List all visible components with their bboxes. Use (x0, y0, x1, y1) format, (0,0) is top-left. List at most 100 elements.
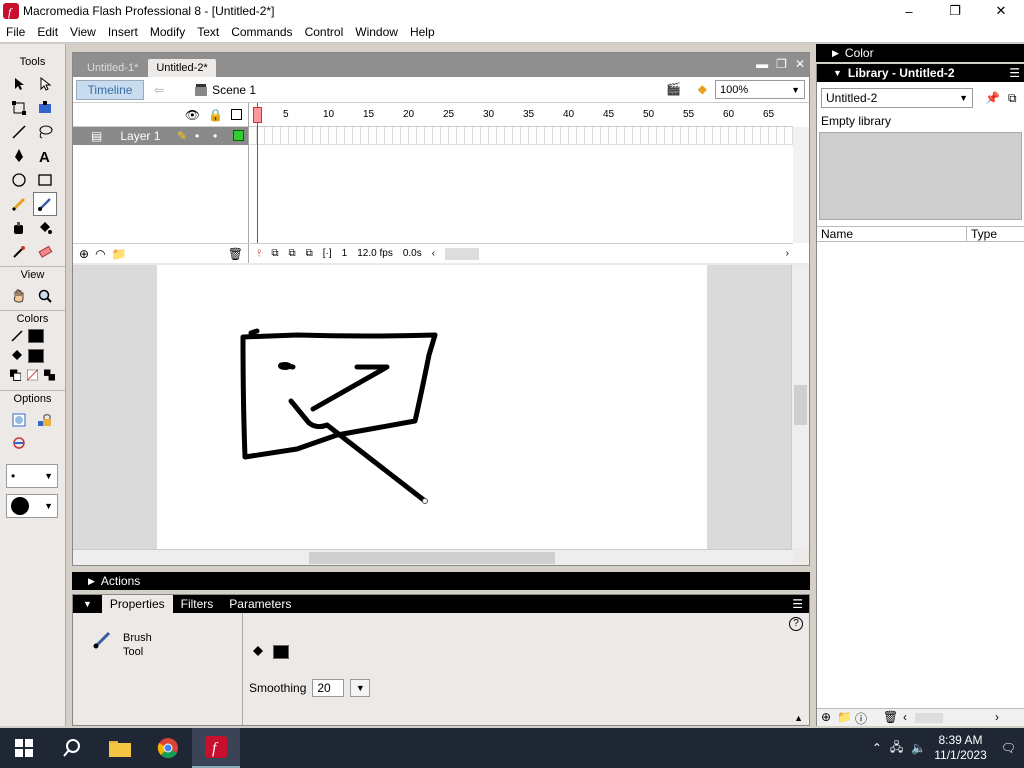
frame-ruler[interactable]: 1 5 10 15 20 25 30 35 40 45 50 55 60 65 (249, 103, 793, 127)
library-hscroll-thumb[interactable] (915, 713, 943, 723)
text-tool[interactable]: A (33, 144, 57, 168)
brush-mode-option[interactable] (7, 432, 31, 456)
menu-view[interactable]: View (64, 25, 102, 39)
delete-layer-icon[interactable]: 🗑 (228, 247, 243, 261)
smoothing-input[interactable]: 20 (312, 679, 345, 697)
chrome-button[interactable] (144, 728, 192, 768)
chevron-right-icon[interactable]: › (786, 248, 789, 259)
column-type[interactable]: Type (967, 227, 997, 241)
panel-menu-icon[interactable]: ☰ (792, 597, 803, 611)
tab-untitled-1[interactable]: Untitled-1* (79, 59, 146, 77)
tab-filters[interactable]: Filters (173, 595, 222, 613)
new-folder-icon[interactable]: 📁 (837, 710, 852, 724)
clock[interactable]: 8:39 AM 11/1/2023 (934, 733, 987, 763)
eye-icon[interactable]: 👁 (185, 108, 200, 122)
column-name[interactable]: Name (817, 227, 967, 241)
network-icon[interactable]: 🖧 (890, 738, 903, 759)
lock-dot-icon[interactable]: • (213, 129, 217, 143)
flash-taskbar-button[interactable]: f (192, 728, 240, 768)
onion-outline-icon[interactable]: ⧉ (289, 248, 296, 259)
start-button[interactable] (0, 728, 48, 768)
subselection-tool[interactable] (33, 72, 57, 96)
minimize-button[interactable]: – (886, 0, 932, 22)
frames-area[interactable]: 1 5 10 15 20 25 30 35 40 45 50 55 60 65 (249, 103, 793, 243)
layer-row[interactable]: ▤ Layer 1 ✎ • • (73, 127, 248, 145)
add-guide-icon[interactable]: ◠ (95, 247, 105, 261)
black-white-icon[interactable] (10, 369, 21, 381)
edit-multiple-icon[interactable]: ⧉ (306, 248, 313, 259)
pasteboard[interactable] (73, 265, 793, 549)
frame-row[interactable] (249, 127, 793, 145)
stage-hscroll[interactable] (73, 549, 793, 565)
brush-size-dropdown[interactable]: • ▼ (6, 464, 58, 488)
chevron-right-icon[interactable]: › (995, 710, 999, 724)
new-symbol-icon[interactable]: ⊕ (821, 710, 831, 724)
timeline-toggle-button[interactable]: Timeline (76, 79, 144, 100)
menu-commands[interactable]: Commands (225, 25, 298, 39)
collapse-triangle-icon[interactable]: ▼ (83, 599, 92, 609)
stage-hscroll-thumb[interactable] (309, 552, 555, 564)
paint-bucket-tool[interactable] (33, 216, 57, 240)
insert-layer-icon[interactable]: ⊕ (79, 247, 89, 261)
hand-tool[interactable] (7, 284, 31, 308)
ink-bottle-tool[interactable] (7, 216, 31, 240)
lasso-tool[interactable] (33, 120, 57, 144)
stage-canvas[interactable] (157, 265, 707, 549)
stage-vscroll[interactable] (791, 265, 809, 549)
library-document-select[interactable]: Untitled-2 ▼ (821, 88, 973, 108)
close-button[interactable]: ✕ (978, 0, 1024, 22)
oval-tool[interactable] (7, 168, 31, 192)
edit-scene-icon[interactable]: 🎬 (666, 82, 681, 96)
onion-skin-icon[interactable]: ⧉ (271, 248, 278, 259)
center-frame-icon[interactable]: ⫯ (257, 248, 261, 259)
menu-file[interactable]: File (0, 25, 31, 39)
pen-tool[interactable] (7, 144, 31, 168)
fill-color-swatch[interactable] (28, 349, 44, 363)
zoom-dropdown[interactable]: 100% ▼ (715, 80, 805, 99)
selection-tool[interactable] (7, 72, 31, 96)
eyedropper-tool[interactable] (7, 240, 31, 264)
delete-icon[interactable]: 🗑 (883, 710, 898, 724)
file-explorer-button[interactable] (96, 728, 144, 768)
smoothing-dropdown-button[interactable]: ▼ (350, 679, 371, 697)
panel-menu-icon[interactable]: ☰ (1009, 66, 1020, 80)
menu-control[interactable]: Control (299, 25, 350, 39)
outline-icon[interactable] (231, 109, 242, 120)
doc-minimize-icon[interactable]: ▬ (756, 57, 768, 71)
tab-properties[interactable]: Properties (101, 595, 173, 613)
swap-colors-icon[interactable] (44, 369, 55, 381)
color-panel-header[interactable]: ▶ Color (816, 44, 1024, 62)
actions-panel-header[interactable]: ▶ Actions (72, 572, 810, 590)
gradient-transform-tool[interactable] (33, 96, 57, 120)
edit-symbols-icon[interactable]: ◆ (698, 82, 707, 96)
free-transform-tool[interactable] (7, 96, 31, 120)
menu-window[interactable]: Window (349, 25, 404, 39)
new-library-panel-icon[interactable]: ⧉ (1008, 91, 1017, 106)
rectangle-tool[interactable] (33, 168, 57, 192)
help-icon[interactable]: ? (789, 617, 803, 631)
notifications-icon[interactable]: 🗨 (1001, 741, 1016, 755)
playhead-handle[interactable] (253, 107, 262, 123)
brush-shape-dropdown[interactable]: ▼ (6, 494, 58, 518)
lock-icon[interactable]: 🔒 (208, 108, 223, 122)
chevron-up-icon[interactable]: ⌃ (872, 741, 882, 755)
stage-vscroll-thumb[interactable] (794, 385, 807, 425)
volume-icon[interactable]: 🔈 (911, 741, 926, 755)
brush-tool[interactable] (33, 192, 57, 216)
search-button[interactable] (48, 728, 96, 768)
visibility-dot-icon[interactable]: • (195, 129, 199, 143)
object-drawing-option[interactable] (7, 408, 31, 432)
fill-color-swatch[interactable] (273, 645, 289, 659)
insert-folder-icon[interactable]: 📁 (112, 247, 127, 261)
playhead[interactable] (257, 103, 258, 243)
menu-modify[interactable]: Modify (144, 25, 191, 39)
line-tool[interactable] (7, 120, 31, 144)
pencil-tool[interactable] (7, 192, 31, 216)
maximize-button[interactable]: ❐ (932, 0, 978, 22)
menu-text[interactable]: Text (191, 25, 225, 39)
library-header[interactable]: ▼ Library - Untitled-2 ☰ (817, 64, 1024, 82)
menu-edit[interactable]: Edit (31, 25, 64, 39)
chevron-left-icon[interactable]: ‹ (432, 248, 435, 259)
timeline-vscroll[interactable] (793, 127, 809, 243)
menu-help[interactable]: Help (404, 25, 441, 39)
